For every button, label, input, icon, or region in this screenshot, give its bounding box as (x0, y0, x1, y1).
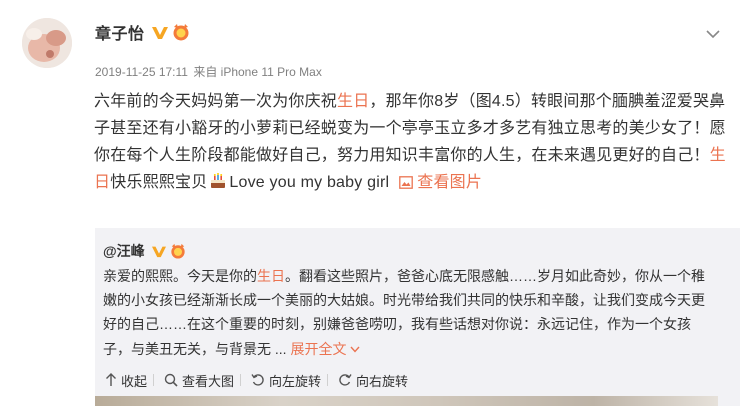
verified-badge-icon (151, 24, 169, 40)
expand-label: 展开全文 (290, 341, 347, 357)
verified-badge-icon (151, 244, 167, 258)
divider (240, 374, 242, 386)
avatar[interactable] (22, 18, 72, 68)
chevron-down-icon[interactable] (706, 26, 720, 44)
post-text: 快乐熙熙宝贝 (110, 174, 208, 191)
rotate-left-button[interactable]: 向左旋转 (251, 371, 321, 390)
image-toolbar: 收起 查看大图 向左旋转 向右旋转 (95, 368, 414, 392)
rotate-right-label: 向右旋转 (356, 373, 409, 389)
repost-author-name[interactable]: @汪峰 (103, 241, 145, 261)
member-medal-icon (169, 243, 187, 259)
post-datetime[interactable]: 2019-11-25 17:11 (95, 65, 188, 79)
view-image-label: 查看图片 (417, 174, 483, 191)
repost-content: 亲爱的熙熙。今天是你的生日。翻看这些照片，爸爸心底无限感触……岁月如此奇妙，你从… (103, 264, 711, 361)
divider (327, 374, 329, 386)
rotate-left-label: 向左旋转 (269, 373, 322, 389)
rotate-right-icon (339, 374, 352, 386)
topic-link[interactable]: 生日 (337, 93, 369, 110)
rotate-left-icon (251, 374, 264, 386)
search-icon (164, 373, 178, 387)
author-name[interactable]: 章子怡 (95, 20, 145, 44)
collapse-label: 收起 (121, 373, 148, 389)
topic-link[interactable]: 生日 (257, 268, 285, 284)
view-large-label: 查看大图 (182, 373, 235, 389)
image-icon (399, 171, 414, 198)
arrow-up-icon (106, 373, 116, 386)
post-text-english: Love you my baby girl (229, 174, 390, 191)
view-image-link[interactable]: 查看图片 (389, 174, 482, 191)
repost-image-preview[interactable] (95, 396, 718, 406)
cake-icon (208, 172, 228, 199)
repost-author-row: @汪峰 (103, 240, 187, 262)
rotate-right-button[interactable]: 向右旋转 (338, 371, 408, 390)
divider (153, 374, 155, 386)
post-source: 来自 iPhone 11 Pro Max (193, 65, 322, 79)
weibo-post: 章子怡 2019-11-25 17:11 来自 iPhone 11 Pro Ma… (0, 0, 740, 228)
repost-ellipsis: ... (271, 341, 291, 357)
collapse-button[interactable]: 收起 (105, 371, 147, 390)
post-meta: 2019-11-25 17:11 来自 iPhone 11 Pro Max (95, 63, 322, 80)
expand-full-text-link[interactable]: 展开全文 (290, 341, 360, 357)
repost-box: @汪峰 亲爱的熙熙。今天是你的生日。翻看这些照片，爸爸心底无限感触……岁月如此奇… (95, 228, 740, 406)
author-row: 章子怡 (95, 20, 191, 44)
member-medal-icon (171, 23, 191, 41)
chevron-down-icon (350, 336, 360, 360)
post-content: 六年前的今天妈妈第一次为你庆祝生日，那年你8岁（图4.5）转眼间那个腼腆羞涩爱哭… (94, 88, 726, 199)
post-text: 六年前的今天妈妈第一次为你庆祝 (94, 93, 338, 110)
repost-text: 亲爱的熙熙。今天是你的 (103, 268, 257, 284)
view-large-button[interactable]: 查看大图 (164, 371, 234, 390)
